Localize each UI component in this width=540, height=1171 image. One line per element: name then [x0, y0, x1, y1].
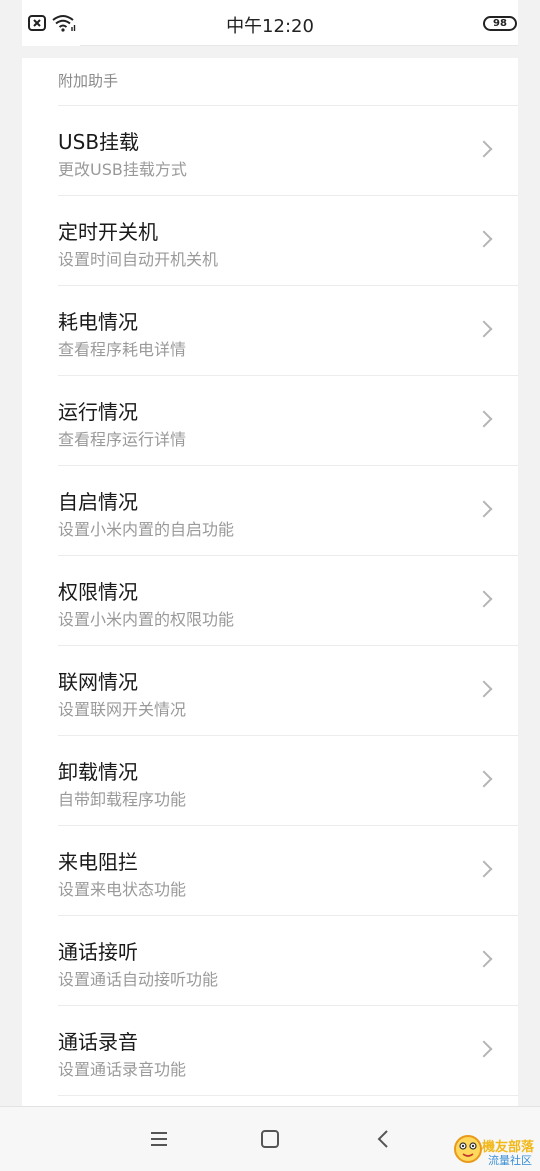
item-subtitle: 自带卸载程序功能	[58, 790, 187, 809]
chevron-right-icon	[475, 230, 493, 248]
item-title: 联网情况	[58, 670, 138, 694]
battery-icon: 98	[483, 16, 517, 31]
list-item-permissions[interactable]: 权限情况 设置小米内置的权限功能	[58, 556, 518, 646]
item-title: USB挂载	[58, 130, 140, 154]
list-item-usb-mount[interactable]: USB挂载 更改USB挂载方式	[58, 106, 518, 196]
item-subtitle: 设置通话录音功能	[58, 1060, 187, 1079]
section-header: 附加助手	[58, 72, 119, 90]
chevron-right-icon	[475, 860, 493, 878]
list-item-call-recording[interactable]: 通话录音 设置通话录音功能	[58, 1006, 518, 1096]
item-subtitle: 设置小米内置的权限功能	[58, 610, 235, 629]
item-subtitle: 更改USB挂载方式	[58, 160, 187, 179]
list-item-running-status[interactable]: 运行情况 查看程序运行详情	[58, 376, 518, 466]
watermark-subtitle: 流量社区	[488, 1154, 532, 1167]
status-time: 中午12:20	[226, 16, 314, 37]
chevron-right-icon	[475, 500, 493, 518]
item-title: 自启情况	[58, 490, 138, 514]
item-title: 来电阻拦	[58, 850, 138, 874]
list-item-power-usage[interactable]: 耗电情况 查看程序耗电详情	[58, 286, 518, 376]
list-item-autostart[interactable]: 自启情况 设置小米内置的自启功能	[58, 466, 518, 556]
item-title: 运行情况	[58, 400, 138, 424]
list-item-call-answer[interactable]: 通话接听 设置通话自动接听功能	[58, 916, 518, 1006]
item-title: 卸载情况	[58, 760, 138, 784]
mascot-icon	[454, 1135, 482, 1163]
watermark: 機友部落 流量社区	[452, 1132, 538, 1168]
menu-icon[interactable]	[145, 1125, 173, 1153]
item-title: 通话录音	[58, 1030, 138, 1054]
settings-list: USB挂载 更改USB挂载方式 定时开关机 设置时间自动开机关机 耗电情况 查看…	[58, 106, 518, 1096]
item-subtitle: 设置联网开关情况	[58, 700, 187, 719]
section-gap	[22, 46, 518, 58]
chevron-right-icon	[475, 950, 493, 968]
list-item-scheduled-power[interactable]: 定时开关机 设置时间自动开机关机	[58, 196, 518, 286]
list-item-network[interactable]: 联网情况 设置联网开关情况	[58, 646, 518, 736]
item-title: 通话接听	[58, 940, 138, 964]
chevron-right-icon	[475, 770, 493, 788]
item-title: 定时开关机	[58, 220, 158, 244]
chevron-right-icon	[475, 590, 493, 608]
back-icon[interactable]	[370, 1125, 398, 1153]
item-title: 耗电情况	[58, 310, 138, 334]
status-bar: 中午12:20 98	[0, 0, 540, 46]
list-item-call-blocking[interactable]: 来电阻拦 设置来电状态功能	[58, 826, 518, 916]
item-subtitle: 设置时间自动开机关机	[58, 250, 219, 269]
item-subtitle: 设置小米内置的自启功能	[58, 520, 235, 539]
item-title: 权限情况	[58, 580, 138, 604]
chevron-right-icon	[475, 1040, 493, 1058]
chevron-right-icon	[475, 320, 493, 338]
chevron-right-icon	[475, 680, 493, 698]
chevron-right-icon	[475, 410, 493, 428]
list-item-uninstall[interactable]: 卸载情况 自带卸载程序功能	[58, 736, 518, 826]
item-subtitle: 查看程序耗电详情	[58, 340, 187, 359]
item-subtitle: 查看程序运行详情	[58, 430, 187, 449]
home-icon[interactable]	[256, 1125, 284, 1153]
item-subtitle: 设置通话自动接听功能	[58, 970, 219, 989]
item-subtitle: 设置来电状态功能	[58, 880, 187, 899]
chevron-right-icon	[475, 140, 493, 158]
